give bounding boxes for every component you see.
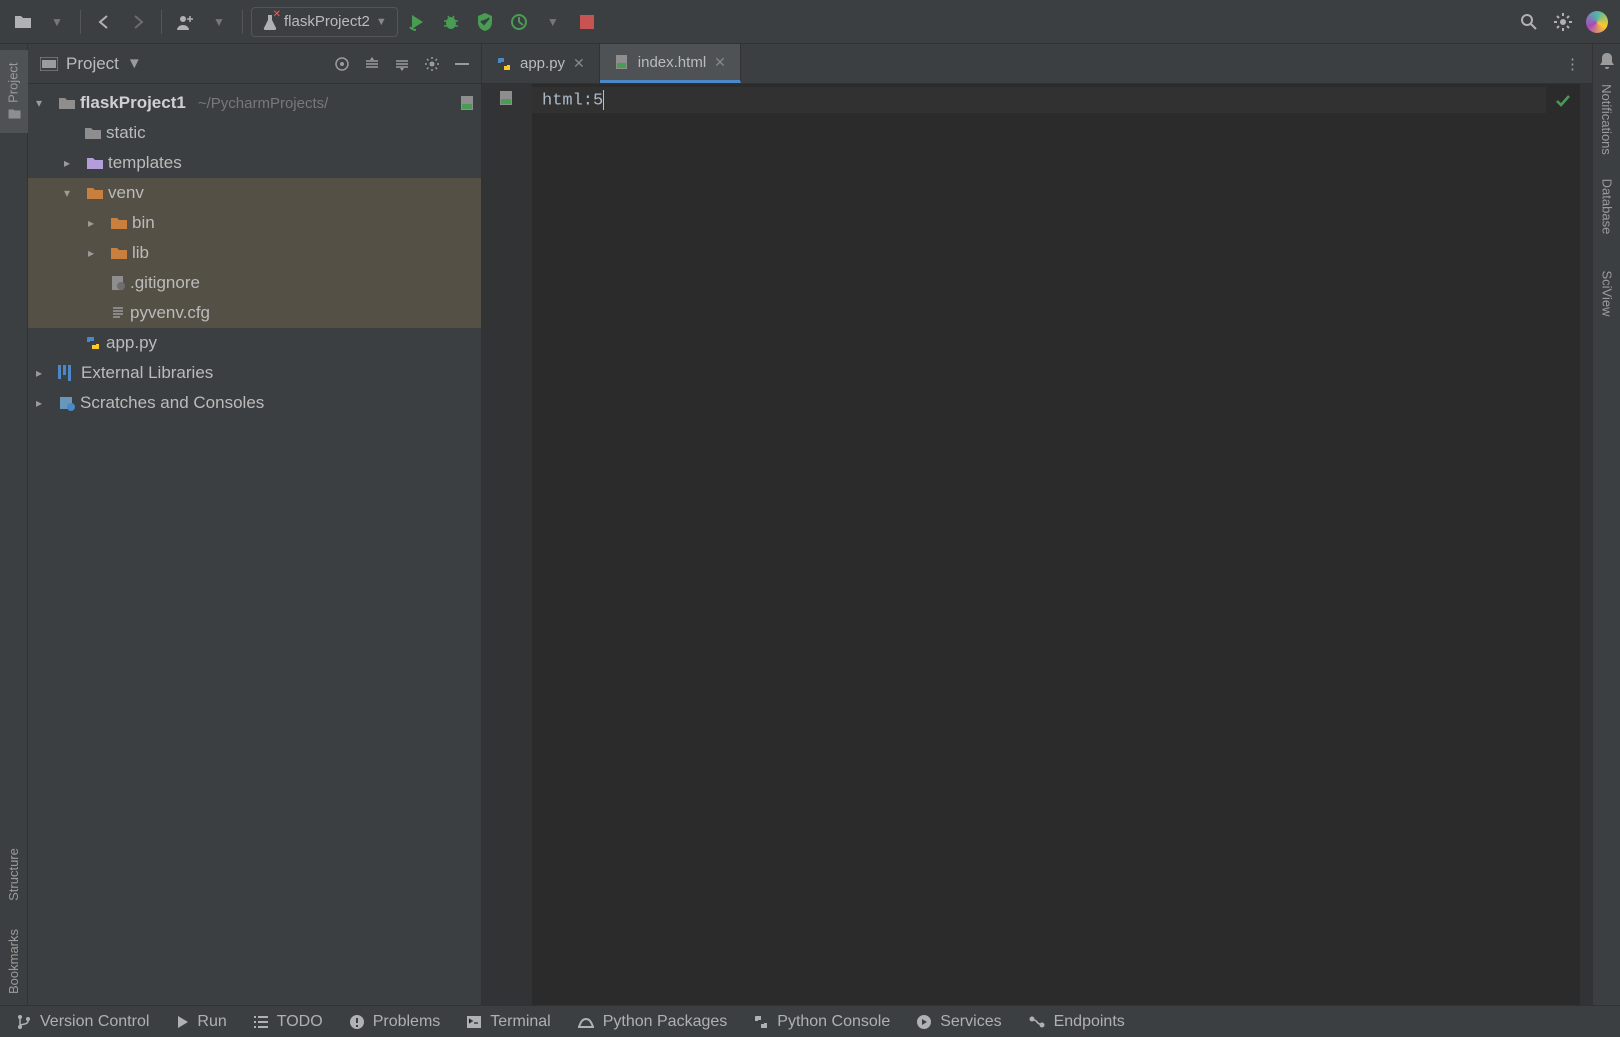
python-file-icon xyxy=(84,334,102,352)
tree-item-templates[interactable]: ▸ templates xyxy=(28,148,481,178)
services-icon xyxy=(916,1014,932,1030)
main-toolbar: ▼ ▼ ✕ flaskProject2 ▼ xyxy=(0,0,1620,44)
tree-item-static[interactable]: static xyxy=(28,118,481,148)
editor-content[interactable]: html:5 xyxy=(532,84,1546,1005)
chevron-right-icon: ▸ xyxy=(64,156,82,170)
plugins-button[interactable] xyxy=(1582,7,1612,37)
python-file-icon xyxy=(496,56,512,72)
coverage-button[interactable] xyxy=(470,7,500,37)
run-button[interactable] xyxy=(402,7,432,37)
html-file-icon xyxy=(459,95,477,111)
notifications-tool-button[interactable]: Notifications xyxy=(1571,82,1620,157)
chevron-down-icon: ▾ xyxy=(36,96,54,110)
profile-button[interactable] xyxy=(504,7,534,37)
folder-icon xyxy=(58,96,76,110)
packages-icon xyxy=(577,1015,595,1029)
tabs-menu-button[interactable]: ⋮ xyxy=(1553,44,1592,83)
tree-item-bin[interactable]: ▸ bin xyxy=(28,208,481,238)
chevron-right-icon: ▸ xyxy=(36,396,54,410)
editor-tabs: app.py ✕ index.html ✕ ⋮ xyxy=(482,44,1592,84)
endpoints-button[interactable]: Endpoints xyxy=(1028,1013,1125,1031)
close-tab-button[interactable]: ✕ xyxy=(714,54,726,71)
project-panel-header: Project ▼ xyxy=(28,44,481,84)
view-mode-dropdown[interactable]: ▼ xyxy=(127,55,142,72)
tree-project-root[interactable]: ▾ flaskProject1 ~/PycharmProjects/ xyxy=(28,88,481,118)
inspection-status-icon[interactable] xyxy=(1546,84,1580,1005)
python-icon xyxy=(753,1014,769,1030)
tree-item-pyvenv[interactable]: pyvenv.cfg xyxy=(28,298,481,328)
close-tab-button[interactable]: ✕ xyxy=(573,55,585,72)
run-config-selector[interactable]: ✕ flaskProject2 ▼ xyxy=(251,7,398,37)
tree-item-gitignore[interactable]: .gitignore xyxy=(28,268,481,298)
library-icon xyxy=(58,365,71,381)
project-label: Project xyxy=(6,62,21,102)
hide-panel-button[interactable] xyxy=(449,55,475,73)
python-console-button[interactable]: Python Console xyxy=(753,1013,890,1031)
folder-icon xyxy=(110,246,128,260)
separator xyxy=(80,10,81,34)
tree-item-ext-libs[interactable]: ▸ External Libraries xyxy=(28,358,481,388)
gradient-icon xyxy=(1586,11,1608,33)
search-button[interactable] xyxy=(1514,7,1544,37)
html-file-icon xyxy=(614,54,630,70)
open-folder-button[interactable] xyxy=(8,7,38,37)
project-tree: ▾ flaskProject1 ~/PycharmProjects/ stati… xyxy=(28,84,481,422)
expand-all-button[interactable] xyxy=(359,55,385,73)
problems-button[interactable]: Problems xyxy=(349,1013,441,1031)
html-badge-icon xyxy=(498,90,516,106)
python-packages-button[interactable]: Python Packages xyxy=(577,1013,728,1031)
tab-app-py[interactable]: app.py ✕ xyxy=(482,44,600,83)
scratches-icon xyxy=(58,395,76,411)
debug-button[interactable] xyxy=(436,7,466,37)
tree-item-scratches[interactable]: ▸ Scratches and Consoles xyxy=(28,388,481,418)
select-opened-button[interactable] xyxy=(329,55,355,73)
flask-icon: ✕ xyxy=(262,13,278,31)
run-tool-button[interactable]: Run xyxy=(175,1013,226,1031)
branch-icon xyxy=(16,1014,32,1030)
text-file-icon xyxy=(110,305,126,321)
notifications-tool-button[interactable] xyxy=(1599,52,1615,70)
settings-button[interactable] xyxy=(1548,7,1578,37)
database-tool-button[interactable]: Database xyxy=(1579,169,1620,244)
stop-button[interactable] xyxy=(572,7,602,37)
folder-icon xyxy=(84,126,102,140)
project-view-icon xyxy=(40,57,58,71)
dropdown-icon: ▼ xyxy=(376,16,387,28)
list-icon xyxy=(253,1015,269,1029)
sciview-tool-button[interactable]: SciView xyxy=(1584,256,1620,331)
editor-area: app.py ✕ index.html ✕ ⋮ html:5 xyxy=(482,44,1592,1005)
tree-item-app-py[interactable]: app.py xyxy=(28,328,481,358)
endpoints-icon xyxy=(1028,1015,1046,1029)
bottom-tool-bar: Version Control Run TODO Problems Termin… xyxy=(0,1005,1620,1037)
left-tool-strip: Project Structure Bookmarks xyxy=(0,44,28,1005)
file-icon xyxy=(110,275,126,291)
panel-title: Project xyxy=(66,54,119,74)
folder-icon xyxy=(86,156,104,170)
warning-icon xyxy=(349,1014,365,1030)
collapse-all-button[interactable] xyxy=(389,55,415,73)
todo-button[interactable]: TODO xyxy=(253,1013,323,1031)
chevron-right-icon: ▸ xyxy=(88,216,106,230)
terminal-button[interactable]: Terminal xyxy=(466,1013,550,1031)
folder-icon xyxy=(86,186,104,200)
folder-icon xyxy=(110,216,128,230)
editor-gutter xyxy=(482,84,532,1005)
nav-forward-button[interactable] xyxy=(123,7,153,37)
tab-index-html[interactable]: index.html ✕ xyxy=(600,44,741,83)
vcs-user-button[interactable] xyxy=(170,7,200,37)
tree-item-lib[interactable]: ▸ lib xyxy=(28,238,481,268)
chevron-right-icon: ▸ xyxy=(88,246,106,260)
services-button[interactable]: Services xyxy=(916,1013,1001,1031)
chevron-right-icon: ▸ xyxy=(36,366,54,380)
terminal-icon xyxy=(466,1015,482,1029)
play-icon xyxy=(175,1015,189,1029)
project-panel: Project ▼ ▾ flaskProject1 ~/PycharmProje… xyxy=(28,44,482,1005)
version-control-button[interactable]: Version Control xyxy=(16,1013,149,1031)
chevron-down-icon: ▾ xyxy=(64,186,82,200)
run-config-label: flaskProject2 xyxy=(284,13,370,30)
tree-item-venv[interactable]: ▾ venv xyxy=(28,178,481,208)
nav-back-button[interactable] xyxy=(89,7,119,37)
panel-settings-button[interactable] xyxy=(419,55,445,73)
right-tool-strip: Notifications Database SciView xyxy=(1592,44,1620,1005)
